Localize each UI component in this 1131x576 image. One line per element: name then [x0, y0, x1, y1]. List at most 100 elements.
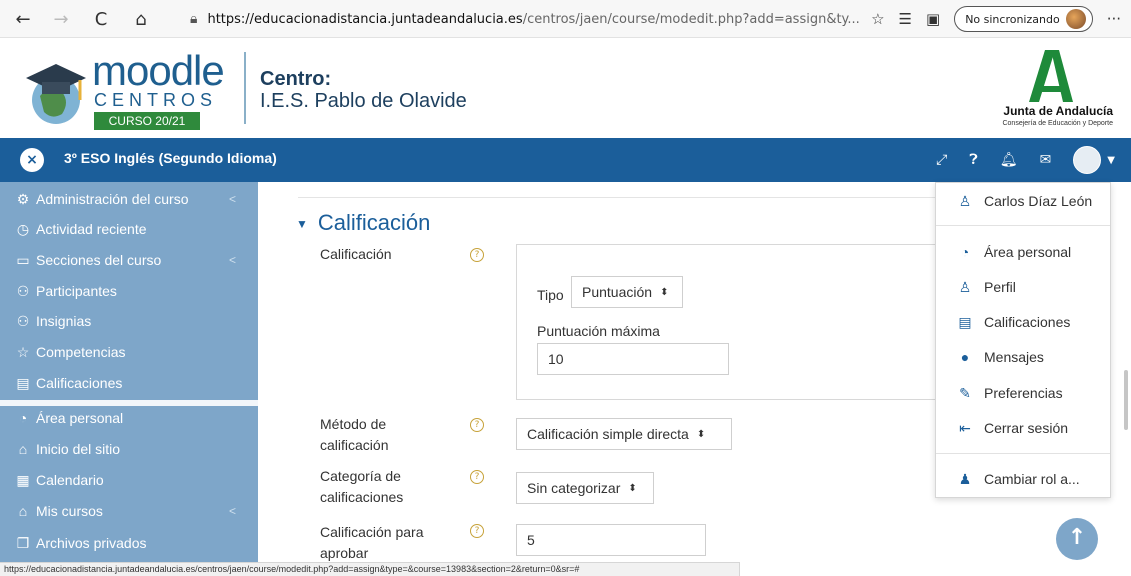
user-menu-item-cambiar-rol[interactable]: ♟ Cambiar rol a...	[936, 463, 1110, 495]
junta-a-logo-icon	[1029, 50, 1073, 102]
help-circle-icon[interactable]: ❓︎	[969, 152, 977, 168]
forward-arrow-icon[interactable]: →	[46, 4, 76, 34]
home-icon[interactable]: ⌂	[126, 4, 156, 34]
help-icon[interactable]: ?	[470, 524, 484, 538]
table-icon: ▤	[16, 374, 30, 391]
logout-icon: ⇤	[959, 419, 971, 436]
section-divider	[298, 197, 938, 198]
collections-icon[interactable]: ▣	[926, 10, 940, 28]
sidebar-item-mis-cursos[interactable]: ⌂ Mis cursos <	[14, 496, 250, 526]
user-menu-label: Perfil	[984, 279, 1016, 295]
dashboard-icon: ◔	[960, 244, 970, 260]
grade-category-label: Categoría de calificaciones	[320, 466, 403, 508]
browser-toolbar: ← → C ⌂ 🔒︎ https://educacionadistancia.j…	[0, 0, 1131, 38]
graduation-cap-icon: ⌂	[18, 503, 28, 519]
junta-andalucia-logo[interactable]: Junta de Andalucía Consejería de Educaci…	[973, 46, 1113, 132]
pass-grade-label: Calificación para aprobar	[320, 522, 424, 564]
user-avatar[interactable]	[1073, 146, 1102, 174]
arrow-up-icon: ↑	[1067, 525, 1087, 550]
favorite-star-icon[interactable]: ☆	[871, 10, 884, 28]
close-drawer-icon[interactable]: ×	[20, 148, 44, 172]
course-sidebar: ⚙ Administración del curso < ◷ Actividad…	[0, 182, 258, 562]
section-header-calificacion[interactable]: ▼ Calificación	[296, 210, 430, 236]
calendar-icon: ▦	[16, 471, 30, 488]
user-menu-item-area-personal[interactable]: ◔ Área personal	[936, 236, 1110, 268]
centro-name: I.E.S. Pablo de Olavide	[260, 90, 467, 112]
sidebar-item-area-personal[interactable]: ◔ Área personal	[14, 403, 250, 433]
profile-avatar	[1065, 9, 1086, 29]
tipo-select[interactable]: Puntuación ⬍	[571, 276, 683, 308]
pass-grade-label-line2: aprobar	[320, 545, 369, 561]
dashboard-icon: ◔	[18, 410, 28, 426]
user-menu-item-cerrar-sesion[interactable]: ⇤ Cerrar sesión	[936, 412, 1110, 444]
grading-method-label-line2: calificación	[320, 437, 389, 453]
sidebar-item-insignias[interactable]: ⚇ Insignias	[14, 306, 250, 336]
user-tie-icon: ♟	[958, 470, 972, 487]
bell-icon[interactable]: 🔔︎	[1000, 152, 1018, 168]
expand-icon[interactable]: ⤢	[936, 152, 947, 168]
wrench-icon: ✎	[959, 384, 971, 401]
menu-divider	[936, 225, 1110, 226]
max-grade-value: 10	[548, 351, 564, 367]
grading-method-value: Calificación simple directa	[527, 426, 689, 442]
curso-badge: CURSO 20/21	[94, 112, 200, 130]
sidebar-item-calificaciones[interactable]: ▤ Calificaciones	[14, 368, 250, 398]
user-menu-label: Área personal	[984, 244, 1072, 260]
moodle-centros-logo[interactable]: moodle CENTROS CURSO 20/21	[22, 48, 232, 130]
help-icon[interactable]: ?	[470, 418, 484, 432]
tipo-select-value: Puntuación	[582, 284, 653, 300]
more-options-icon[interactable]: ···	[1107, 10, 1121, 28]
home-icon: ⌂	[18, 441, 28, 457]
site-header: moodle CENTROS CURSO 20/21 Centro: I.E.S…	[0, 38, 1131, 138]
table-icon: ▤	[958, 313, 972, 330]
user-menu-item-calificaciones[interactable]: ▤ Calificaciones	[936, 306, 1110, 338]
pass-grade-value: 5	[527, 532, 535, 548]
select-arrows-icon: ⬍	[660, 286, 669, 298]
help-icon[interactable]: ?	[470, 470, 484, 484]
envelope-icon[interactable]: ✉	[1040, 152, 1052, 168]
grading-method-select[interactable]: Calificación simple directa ⬍	[516, 418, 732, 450]
header-divider	[244, 52, 246, 124]
pass-grade-input[interactable]: 5	[516, 524, 706, 556]
users-icon: ⚇	[16, 282, 30, 299]
sidebar-item-competencias[interactable]: ☆ Competencias	[14, 337, 250, 367]
page-scrollbar[interactable]	[1124, 370, 1128, 430]
files-icon: ❐	[16, 534, 30, 551]
max-grade-label: Puntuación máxima	[537, 323, 660, 339]
help-icon[interactable]: ?	[470, 248, 484, 262]
select-arrows-icon: ⬍	[628, 482, 637, 494]
reload-icon[interactable]: C	[86, 4, 116, 34]
sidebar-item-administracion[interactable]: ⚙ Administración del curso <	[14, 184, 250, 214]
profile-sync-button[interactable]: No sincronizando	[954, 6, 1093, 32]
user-icon: ♙	[958, 192, 972, 209]
sidebar-item-participantes[interactable]: ⚇ Participantes	[14, 276, 250, 306]
section-title: Calificación	[317, 210, 431, 235]
favorites-list-icon[interactable]: ☰	[899, 10, 912, 28]
scroll-to-top-button[interactable]: ↑	[1056, 518, 1098, 560]
graduation-cap-logo-icon	[26, 64, 86, 124]
sidebar-item-inicio[interactable]: ⌂ Inicio del sitio	[14, 434, 250, 464]
address-bar[interactable]: 🔒︎ https://educacionadistancia.juntadean…	[190, 6, 910, 32]
sidebar-item-label: Calendario	[36, 472, 104, 488]
sidebar-item-label: Insignias	[36, 313, 92, 329]
user-menu-item-name[interactable]: ♙ Carlos Díaz León	[936, 185, 1110, 217]
navbar-icons: ⤢ ❓︎ 🔔︎ ✉ ▼	[936, 146, 1115, 174]
user-menu-item-preferencias[interactable]: ✎ Preferencias	[936, 377, 1110, 409]
user-menu-item-perfil[interactable]: ♙ Perfil	[936, 271, 1110, 303]
url-host: https://educacionadistancia.juntadeandal…	[207, 11, 523, 27]
sidebar-item-calendario[interactable]: ▦ Calendario	[14, 465, 250, 495]
back-arrow-icon[interactable]: ←	[8, 4, 38, 34]
max-grade-input[interactable]: 10	[537, 343, 729, 375]
grade-category-value: Sin categorizar	[527, 480, 621, 496]
sidebar-item-actividad[interactable]: ◷ Actividad reciente	[14, 214, 250, 244]
caret-down-icon[interactable]: ▼	[1107, 155, 1115, 166]
chevron-left-icon: <	[228, 253, 236, 267]
sidebar-item-label: Área personal	[36, 410, 124, 426]
sidebar-item-archivos[interactable]: ❐ Archivos privados	[14, 528, 250, 558]
centros-wordmark: CENTROS	[94, 90, 218, 110]
user-menu-item-mensajes[interactable]: ● Mensajes	[936, 341, 1110, 373]
sidebar-item-secciones[interactable]: ▭ Secciones del curso <	[14, 245, 250, 275]
grade-category-select[interactable]: Sin categorizar ⬍	[516, 472, 654, 504]
gear-icon: ⚙	[16, 190, 30, 207]
course-title[interactable]: 3º ESO Inglés (Segundo Idioma)	[64, 150, 277, 166]
